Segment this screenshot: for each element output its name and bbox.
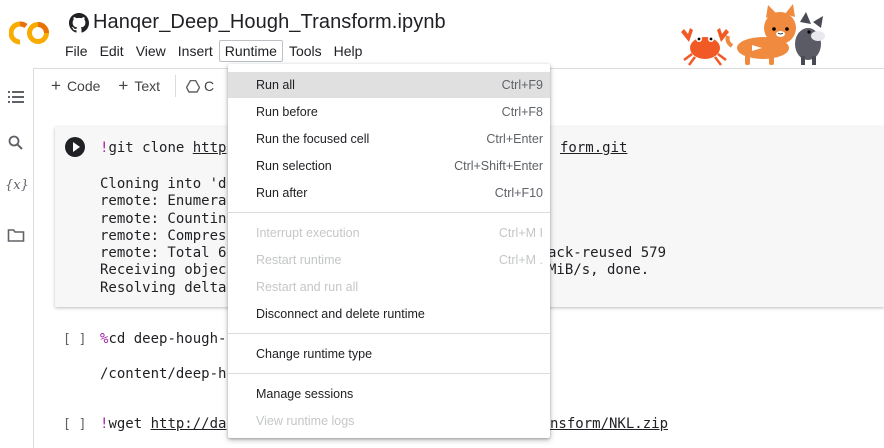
menu-item-change-runtime-type[interactable]: Change runtime type bbox=[228, 341, 550, 367]
search-icon[interactable] bbox=[7, 134, 25, 152]
copy-to-drive-button[interactable]: C bbox=[182, 78, 214, 94]
add-text-label: Text bbox=[134, 78, 161, 94]
menu-separator bbox=[228, 212, 550, 213]
notebook-title[interactable]: Hanqer_Deep_Hough_Transform.ipynb bbox=[93, 11, 446, 34]
menu-help[interactable]: Help bbox=[328, 40, 369, 62]
toolbar-separator bbox=[175, 75, 177, 97]
run-cell-button[interactable] bbox=[65, 137, 85, 157]
cell-1-code[interactable]: !git clone http bbox=[100, 140, 226, 156]
cell-2-code[interactable]: %cd deep-hough- bbox=[100, 331, 226, 347]
variables-icon[interactable]: {x} bbox=[5, 178, 29, 193]
menu-item-view-runtime-logs: View runtime logs bbox=[256, 414, 355, 428]
table-of-contents-icon[interactable] bbox=[7, 88, 25, 106]
menu-item-run-focused-cell[interactable]: Run the focused cell Ctrl+Enter bbox=[228, 126, 550, 152]
menu-separator bbox=[228, 373, 550, 374]
add-text-button[interactable]: + Text bbox=[109, 68, 169, 104]
cell-2-output: /content/deep-h bbox=[100, 366, 227, 382]
add-code-button[interactable]: + Code bbox=[35, 68, 109, 104]
cell-3-code-url-tail[interactable]: nsform/NKL.zip bbox=[550, 416, 668, 432]
cell-1-output: Cloning into 'd remote: Enumera remote: Co… bbox=[100, 176, 227, 296]
menu-item-run-after[interactable]: Run after Ctrl+F10 bbox=[228, 180, 550, 206]
cat-icon bbox=[725, 4, 796, 65]
plus-icon: + bbox=[51, 76, 61, 95]
menu-item-restart-runtime: Restart runtime Ctrl+M . bbox=[256, 253, 543, 267]
menu-insert[interactable]: Insert bbox=[172, 40, 219, 62]
colab-logo[interactable]: CO bbox=[9, 20, 51, 46]
cell-3-run-bracket[interactable]: [ ] bbox=[63, 417, 86, 432]
runtime-menu: Run all Ctrl+F9 Run before Ctrl+F8 Run the… bbox=[228, 64, 550, 438]
menu-separator bbox=[228, 333, 550, 334]
menu-item-manage-sessions[interactable]: Manage sessions bbox=[228, 381, 550, 407]
header: CO Hanqer_Deep_Hough_Transform.ipynb Fil… bbox=[0, 0, 884, 68]
menu-bar: File Edit View Insert Runtime Tools Help bbox=[59, 40, 368, 62]
menu-file[interactable]: File bbox=[59, 40, 94, 62]
copy-to-drive-label: C bbox=[204, 78, 215, 94]
mascots-image bbox=[681, 4, 825, 66]
menu-item-run-before[interactable]: Run before Ctrl+F8 bbox=[228, 99, 550, 125]
menu-item-interrupt-execution: Interrupt execution Ctrl+M I bbox=[256, 226, 543, 240]
menu-item-disconnect-delete-runtime[interactable]: Disconnect and delete runtime bbox=[228, 301, 550, 327]
files-folder-icon[interactable] bbox=[7, 226, 25, 244]
cell-1-code-url-tail[interactable]: form.git bbox=[560, 140, 627, 156]
drive-icon bbox=[186, 79, 201, 93]
menu-view[interactable]: View bbox=[130, 40, 172, 62]
menu-edit[interactable]: Edit bbox=[94, 40, 130, 62]
cell-2-run-bracket[interactable]: [ ] bbox=[63, 332, 86, 347]
github-icon[interactable] bbox=[69, 13, 89, 33]
menu-item-run-selection[interactable]: Run selection Ctrl+Shift+Enter bbox=[228, 153, 550, 179]
menu-item-restart-and-run-all: Restart and run all bbox=[256, 280, 359, 294]
crab-icon bbox=[681, 28, 729, 66]
menu-runtime[interactable]: Runtime bbox=[218, 40, 283, 62]
left-sidebar: {x} bbox=[0, 68, 34, 448]
logo-text: CO bbox=[9, 20, 11, 21]
plus-icon: + bbox=[118, 76, 129, 95]
cell-3-code[interactable]: !wget http://da bbox=[100, 416, 226, 432]
dog-icon bbox=[795, 12, 825, 65]
cell-1-output-right: ack-reused 579 MiB/s, done. bbox=[548, 245, 667, 279]
menu-item-run-all[interactable]: Run all Ctrl+F9 bbox=[228, 72, 550, 98]
menu-tools[interactable]: Tools bbox=[283, 40, 328, 62]
add-code-label: Code bbox=[66, 78, 101, 94]
